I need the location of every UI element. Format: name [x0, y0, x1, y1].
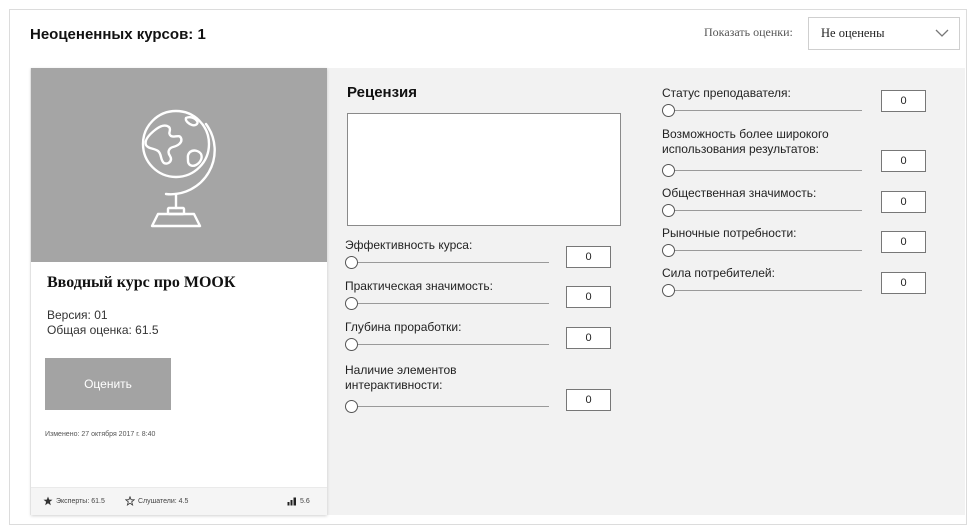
criterion-slider[interactable]	[345, 297, 549, 311]
criterion-slider[interactable]	[662, 204, 862, 218]
criterion-slider[interactable]	[345, 338, 549, 352]
slider-thumb[interactable]	[662, 284, 675, 297]
filter-selected-value: Не оценены	[821, 26, 885, 40]
criterion-label: Возможность более широкого использования…	[662, 127, 829, 156]
criterion-score-input[interactable]: 0	[881, 191, 926, 213]
experts-rating: Эксперты: 61.5	[43, 496, 105, 506]
review-textarea[interactable]	[347, 113, 621, 226]
criterion-label: Практическая значимость:	[345, 279, 494, 293]
slider-thumb[interactable]	[662, 204, 675, 217]
criterion-score-input[interactable]: 0	[566, 246, 611, 268]
page-title: Неоцененных курсов: 1	[30, 26, 206, 43]
criterion-label: Статус преподавателя:	[662, 86, 791, 100]
course-card: Вводный курс про МООК Версия: 01 Общая о…	[31, 68, 327, 515]
listeners-rating: Слушатели: 4.5	[125, 496, 188, 506]
course-image	[31, 68, 327, 262]
rate-button[interactable]: Оценить	[45, 358, 171, 410]
slider-thumb[interactable]	[345, 338, 358, 351]
filter-label: Показать оценки:	[704, 25, 793, 39]
criterion-score-input[interactable]: 0	[881, 231, 926, 253]
slider-track	[351, 262, 549, 263]
criterion-slider[interactable]	[662, 104, 862, 118]
criterion-score-input[interactable]: 0	[881, 272, 926, 294]
criterion-slider[interactable]	[662, 244, 862, 258]
criterion-score-input[interactable]: 0	[566, 389, 611, 411]
criterion-score-input[interactable]: 0	[881, 150, 926, 172]
course-overall-score: Общая оценка: 61.5	[47, 323, 159, 337]
criterion-label: Рыночные потребности:	[662, 226, 797, 240]
criterion-label: Эффективность курса:	[345, 238, 473, 252]
slider-track	[351, 303, 549, 304]
slider-track	[668, 210, 862, 211]
slider-track	[668, 250, 862, 251]
slider-thumb[interactable]	[345, 256, 358, 269]
experts-rating-label: Эксперты: 61.5	[56, 497, 105, 505]
star-filled-icon	[43, 496, 53, 506]
slider-track	[351, 344, 549, 345]
metric-indicator: 5.6	[287, 496, 310, 506]
criterion-score-input[interactable]: 0	[881, 90, 926, 112]
criterion-label: Наличие элементов интерактивности:	[345, 363, 457, 392]
slider-track	[668, 170, 862, 171]
review-title: Рецензия	[347, 84, 418, 101]
criterion-score-input[interactable]: 0	[566, 327, 611, 349]
metric-value: 5.6	[300, 497, 310, 505]
criterion-slider[interactable]	[662, 284, 862, 298]
globe-icon	[141, 109, 216, 228]
criterion-label: Глубина проработки:	[345, 320, 462, 334]
slider-thumb[interactable]	[662, 164, 675, 177]
slider-thumb[interactable]	[345, 297, 358, 310]
listeners-rating-label: Слушатели: 4.5	[138, 497, 189, 505]
criterion-score-input[interactable]: 0	[566, 286, 611, 308]
bar-chart-icon	[287, 497, 296, 506]
slider-track	[668, 110, 862, 111]
criterion-label: Общественная значимость:	[662, 186, 817, 200]
slider-thumb[interactable]	[662, 104, 675, 117]
course-version: Версия: 01	[47, 308, 108, 322]
criterion-slider[interactable]	[345, 400, 549, 414]
card-footer: Эксперты: 61.5 Слушатели: 4.5 5.6	[31, 487, 327, 515]
slider-thumb[interactable]	[345, 400, 358, 413]
slider-track	[668, 290, 862, 291]
slider-track	[351, 406, 549, 407]
criterion-slider[interactable]	[345, 256, 549, 270]
modified-date: Изменено: 27 октября 2017 г. 8:40	[45, 431, 156, 438]
slider-thumb[interactable]	[662, 244, 675, 257]
criterion-slider[interactable]	[662, 164, 862, 178]
course-title[interactable]: Вводный курс про МООК	[47, 274, 235, 292]
star-outline-icon	[125, 496, 135, 506]
filter-select[interactable]: Не оценены	[808, 17, 960, 50]
chevron-down-icon	[935, 29, 949, 37]
criterion-label: Сила потребителей:	[662, 266, 775, 280]
